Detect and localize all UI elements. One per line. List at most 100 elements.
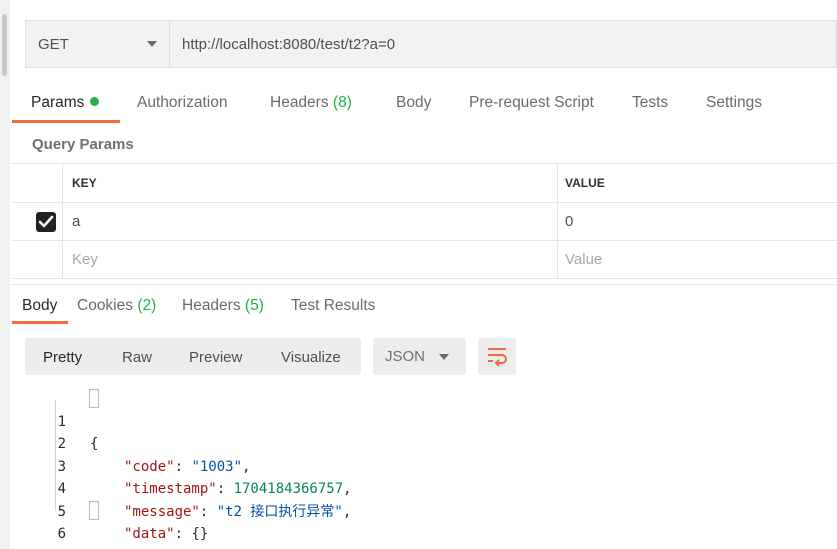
brace-match-highlight xyxy=(89,389,99,408)
tab-headers-count: (8) xyxy=(332,94,352,111)
query-params-table: KEY VALUE a 0 Key Value xyxy=(12,163,837,279)
tab-cookies[interactable]: Cookies (2) xyxy=(77,297,156,315)
tab-cookies-count: (2) xyxy=(137,297,157,314)
tab-response-headers[interactable]: Headers (5) xyxy=(182,297,264,315)
json-value: {} xyxy=(191,526,209,542)
url-text: http://localhost:8080/test/t2?a=0 xyxy=(182,35,396,53)
code-line: 3 "timestamp": 1704184366757, xyxy=(40,433,352,498)
code-line: 6 } xyxy=(40,501,99,549)
json-field-timestamp: "timestamp": 1704184366757, xyxy=(124,478,352,501)
param-enabled-checkbox[interactable] xyxy=(36,211,56,232)
tab-authorization[interactable]: Authorization xyxy=(137,94,227,112)
tab-body-label: Body xyxy=(396,94,432,111)
tab-tests[interactable]: Tests xyxy=(632,94,668,112)
new-key-input[interactable]: Key xyxy=(63,241,558,278)
tab-settings[interactable]: Settings xyxy=(706,94,762,112)
request-bar: GET http://localhost:8080/test/t2?a=0 xyxy=(25,20,837,68)
empty-checkbox-cell xyxy=(12,241,63,278)
tab-headers[interactable]: Headers (8) xyxy=(270,94,352,112)
tab-cookies-label: Cookies xyxy=(77,297,133,314)
format-select[interactable]: JSON xyxy=(373,338,466,375)
view-visualize-button[interactable]: Visualize xyxy=(281,349,341,366)
json-key: "message" xyxy=(124,503,200,520)
json-value: "1003" xyxy=(191,458,243,475)
json-field-message: "message": "t2 接口执行异常", xyxy=(124,501,351,524)
tab-body[interactable]: Body xyxy=(396,94,431,112)
tab-response-body-label: Body xyxy=(22,297,58,314)
close-brace: } xyxy=(90,546,98,549)
value-column-header: VALUE xyxy=(565,175,605,190)
json-key: "data" xyxy=(124,526,175,542)
tab-response-body[interactable]: Body xyxy=(22,297,57,315)
view-mode-group: Pretty Raw Preview Visualize xyxy=(25,338,361,375)
wrap-lines-icon xyxy=(488,348,507,366)
line-number: 6 xyxy=(57,526,66,542)
view-pretty-button[interactable]: Pretty xyxy=(43,349,82,366)
code-line: 4 "message": "t2 接口执行异常", xyxy=(40,456,352,520)
scrollbar-thumb[interactable] xyxy=(2,14,7,76)
json-trail: , xyxy=(343,481,352,497)
tab-prerequest-label: Pre-request Script xyxy=(469,94,594,111)
tab-params-label: Params xyxy=(31,94,85,111)
open-brace: { xyxy=(90,436,99,452)
param-key-field[interactable]: a xyxy=(63,202,558,240)
response-body-editor[interactable]: 1 { 2 "code": "1003", 3 "timestamp": 170… xyxy=(40,388,352,549)
param-key-text: a xyxy=(72,212,81,230)
json-trail: , xyxy=(342,503,352,520)
active-response-tab-indicator xyxy=(12,321,68,324)
param-value-text: 0 xyxy=(565,212,574,230)
tab-params[interactable]: Params xyxy=(31,94,100,112)
tab-test-results[interactable]: Test Results xyxy=(291,297,375,315)
code-line: 2 "code": "1003", xyxy=(40,411,251,475)
checkmark-icon xyxy=(38,215,54,227)
key-column-header: KEY xyxy=(72,175,97,190)
query-params-title: Query Params xyxy=(32,136,134,153)
format-label: JSON xyxy=(385,348,426,365)
param-value-field[interactable]: 0 xyxy=(558,203,837,241)
scrollbar-track[interactable] xyxy=(0,0,10,549)
tab-test-results-label: Test Results xyxy=(291,297,376,314)
tab-settings-label: Settings xyxy=(706,94,763,111)
section-divider xyxy=(12,284,837,285)
code-line: 5 "data": {} xyxy=(40,478,209,543)
key-column-header-cell: KEY xyxy=(63,164,558,202)
json-trail: , xyxy=(242,458,251,475)
view-preview-button[interactable]: Preview xyxy=(189,349,242,366)
checkbox-column-header xyxy=(12,164,63,202)
wrap-lines-button[interactable] xyxy=(478,338,516,375)
json-sep: : xyxy=(174,526,192,542)
tab-authorization-label: Authorization xyxy=(137,94,228,111)
response-tabs: Body Cookies (2) Headers (5) Test Result… xyxy=(12,290,837,326)
json-key: "timestamp" xyxy=(124,481,217,497)
json-sep: : xyxy=(174,458,192,475)
value-column-header-cell: VALUE xyxy=(558,164,837,202)
table-header-row: KEY VALUE xyxy=(12,163,837,202)
table-row-new: Key Value xyxy=(12,240,837,279)
view-raw-button[interactable]: Raw xyxy=(122,349,152,366)
json-field-code: "code": "1003", xyxy=(124,456,250,479)
json-value: "t2 接口执行异常" xyxy=(216,503,343,520)
json-field-data: "data": {} xyxy=(124,523,208,546)
json-value: 1704184366757 xyxy=(233,481,344,497)
code-line: 1 { xyxy=(40,388,99,453)
method-label: GET xyxy=(38,35,69,53)
tab-response-headers-label: Headers xyxy=(182,297,241,314)
tab-tests-label: Tests xyxy=(632,94,669,111)
row-checkbox-cell xyxy=(12,202,63,240)
tab-response-headers-count: (5) xyxy=(244,297,264,314)
value-placeholder: Value xyxy=(565,250,603,268)
method-select[interactable]: GET xyxy=(25,20,169,68)
tab-prerequest-script[interactable]: Pre-request Script xyxy=(469,94,594,112)
key-placeholder: Key xyxy=(72,250,98,268)
chevron-down-icon xyxy=(439,354,449,360)
json-key: "code" xyxy=(124,458,175,475)
brace-match-highlight xyxy=(89,501,99,520)
table-row: a 0 xyxy=(12,201,837,241)
json-sep: : xyxy=(216,481,234,497)
chevron-down-icon xyxy=(147,41,157,47)
active-tab-indicator xyxy=(12,120,120,123)
url-input[interactable]: http://localhost:8080/test/t2?a=0 xyxy=(169,20,837,68)
active-dot-icon xyxy=(90,97,100,106)
new-value-input[interactable]: Value xyxy=(558,241,837,278)
tab-headers-label: Headers xyxy=(270,94,329,111)
